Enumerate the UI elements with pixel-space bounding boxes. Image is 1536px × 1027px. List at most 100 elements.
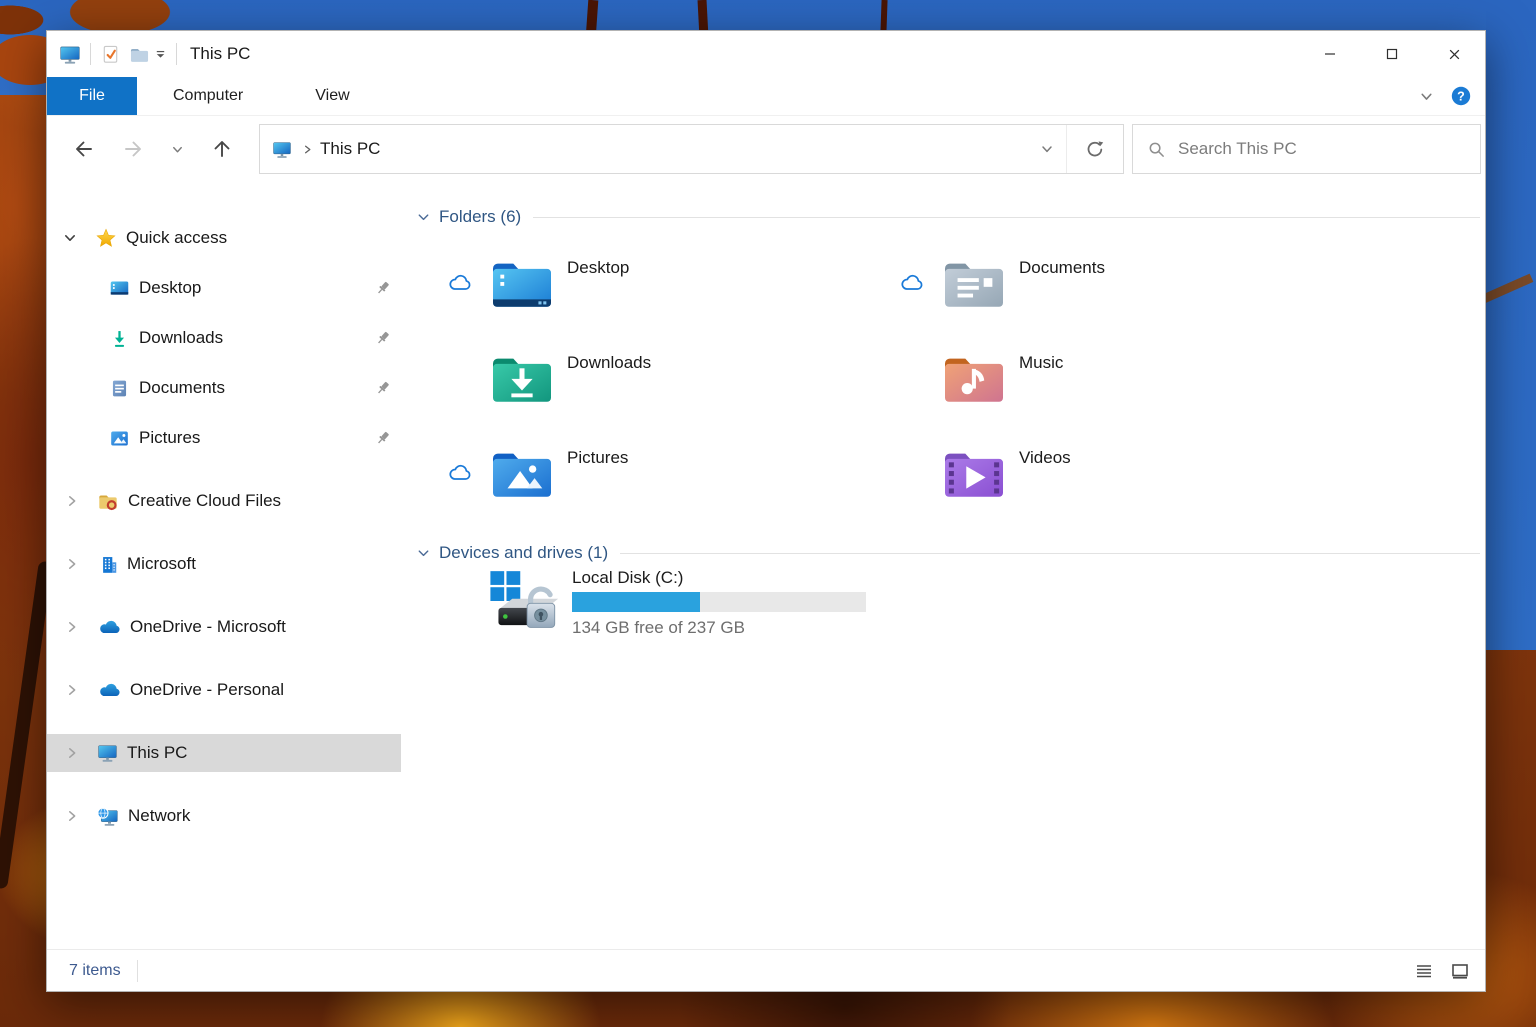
chevron-right-icon[interactable]	[63, 555, 81, 573]
sidebar-item-label: Microsoft	[127, 554, 196, 573]
downloads-icon	[109, 328, 130, 349]
sidebar-item-label: Desktop	[139, 278, 202, 297]
this-pc-icon[interactable]	[59, 44, 81, 65]
thumbnail-view-icon[interactable]	[1447, 958, 1473, 984]
recent-locations-chevron-icon[interactable]	[170, 142, 185, 157]
sidebar-item-label: OneDrive - Personal	[130, 680, 285, 699]
sidebar-item-label: OneDrive - Microsoft	[130, 617, 286, 636]
folders-grid: Desktop Documents Downloads Music Pictur…	[431, 253, 1485, 538]
pin-icon	[375, 280, 391, 296]
titlebar: This PC	[47, 31, 1485, 77]
close-button[interactable]	[1423, 31, 1485, 77]
window-content: Quick access Desktop Downloads Documents…	[47, 182, 1485, 949]
search-icon	[1147, 140, 1166, 159]
back-button[interactable]	[72, 137, 96, 161]
search-box[interactable]	[1132, 124, 1481, 174]
ribbon-right-controls	[1418, 77, 1485, 115]
expand-ribbon-chevron-icon[interactable]	[1418, 88, 1435, 105]
maximize-button[interactable]	[1361, 31, 1423, 77]
qat-customize-chevron-icon[interactable]	[154, 48, 167, 61]
sidebar-item-label: Creative Cloud Files	[128, 491, 282, 510]
sidebar-item-documents[interactable]: Documents	[47, 363, 401, 413]
star-icon	[95, 227, 117, 249]
titlebar-separator	[176, 43, 177, 65]
address-bar-controls	[1028, 125, 1123, 173]
chevron-down-icon[interactable]	[416, 210, 431, 225]
folder-tile-desktop[interactable]: Desktop	[431, 253, 883, 348]
chevron-right-icon[interactable]	[63, 744, 81, 762]
documents-folder-icon	[941, 253, 1007, 311]
pictures-icon	[109, 428, 130, 449]
folder-tile-videos[interactable]: Videos	[883, 443, 1335, 538]
chevron-down-icon[interactable]	[416, 546, 431, 561]
sidebar-item-quick-access[interactable]: Quick access	[47, 213, 401, 263]
sidebar-item-this-pc[interactable]: This PC	[47, 728, 401, 778]
sidebar-item-creative-cloud-files[interactable]: Creative Cloud Files	[47, 476, 401, 526]
sidebar-item-pictures[interactable]: Pictures	[47, 413, 401, 463]
address-dropdown-chevron-icon[interactable]	[1028, 125, 1066, 173]
chevron-right-icon[interactable]	[63, 492, 81, 510]
sidebar-item-onedrive-microsoft[interactable]: OneDrive - Microsoft	[47, 602, 401, 652]
group-header-devices[interactable]: Devices and drives (1)	[416, 540, 1485, 566]
sidebar-item-network[interactable]: Network	[47, 791, 401, 841]
cloud-status-slot	[431, 253, 489, 311]
details-view-icon[interactable]	[1411, 958, 1437, 984]
pin-icon	[375, 330, 391, 346]
sidebar-item-onedrive-personal[interactable]: OneDrive - Personal	[47, 665, 401, 715]
navigation-pane: Quick access Desktop Downloads Documents…	[47, 182, 401, 949]
folder-tile-downloads[interactable]: Downloads	[431, 348, 883, 443]
titlebar-separator	[90, 43, 91, 65]
search-input[interactable]	[1166, 138, 1480, 160]
sidebar-item-label: Network	[128, 806, 191, 825]
folder-tile-label: Videos	[1019, 448, 1071, 467]
help-icon[interactable]	[1451, 86, 1471, 106]
sidebar-item-label: This PC	[127, 743, 188, 762]
status-separator	[136, 959, 138, 982]
breadcrumb-chevron-icon[interactable]	[301, 143, 314, 156]
chevron-right-icon[interactable]	[63, 681, 81, 699]
cloud-status-icon	[448, 273, 472, 292]
music-folder-icon	[941, 348, 1007, 406]
sidebar-item-desktop[interactable]: Desktop	[47, 263, 401, 313]
address-bar[interactable]: This PC	[259, 124, 1124, 174]
chevron-down-icon[interactable]	[61, 229, 79, 247]
sidebar-item-microsoft[interactable]: Microsoft	[47, 539, 401, 589]
folder-tile-label: Pictures	[567, 448, 629, 467]
breadcrumb[interactable]: This PC	[320, 139, 380, 159]
folder-tile-music[interactable]: Music	[883, 348, 1335, 443]
tab-file[interactable]: File	[47, 77, 137, 115]
items-count: 7 items	[69, 961, 121, 979]
tab-view[interactable]: View	[279, 77, 385, 115]
tab-computer[interactable]: Computer	[137, 77, 279, 115]
nav-buttons	[47, 137, 259, 161]
qat-checkmark-icon[interactable]	[100, 44, 121, 65]
up-button[interactable]	[210, 137, 234, 161]
group-header-line	[533, 216, 1480, 218]
minimize-button[interactable]	[1299, 31, 1361, 77]
chevron-right-icon[interactable]	[63, 618, 81, 636]
chevron-right-icon[interactable]	[63, 807, 81, 825]
qat-new-folder-icon[interactable]	[129, 45, 150, 64]
group-header-folders[interactable]: Folders (6)	[416, 204, 1485, 230]
wallpaper-branch	[0, 560, 53, 890]
group-header-label: Folders (6)	[439, 207, 522, 226]
wallpaper-sky-right	[1486, 0, 1536, 650]
sidebar-item-downloads[interactable]: Downloads	[47, 313, 401, 363]
drive-info: Local Disk (C:) 134 GB free of 237 GB	[572, 568, 866, 638]
local-disk-icon	[489, 570, 563, 632]
folder-tile-label: Downloads	[567, 353, 652, 372]
desktop-icon	[109, 278, 130, 299]
sidebar-item-label: Quick access	[126, 228, 228, 247]
folder-tile-documents[interactable]: Documents	[883, 253, 1335, 348]
cloud-status-slot	[431, 443, 489, 501]
cloud-status-slot	[883, 348, 941, 406]
window-controls	[1299, 31, 1485, 77]
folder-tile-label: Documents	[1019, 258, 1105, 277]
items-view: Folders (6) Desktop Documents Downloads …	[401, 182, 1485, 949]
drive-tile-local-disk-c[interactable]: Local Disk (C:) 134 GB free of 237 GB	[431, 568, 1485, 638]
pictures-folder-icon	[489, 443, 555, 501]
forward-button[interactable]	[121, 137, 145, 161]
folder-tile-pictures[interactable]: Pictures	[431, 443, 883, 538]
refresh-button[interactable]	[1067, 125, 1123, 173]
videos-folder-icon	[941, 443, 1007, 501]
